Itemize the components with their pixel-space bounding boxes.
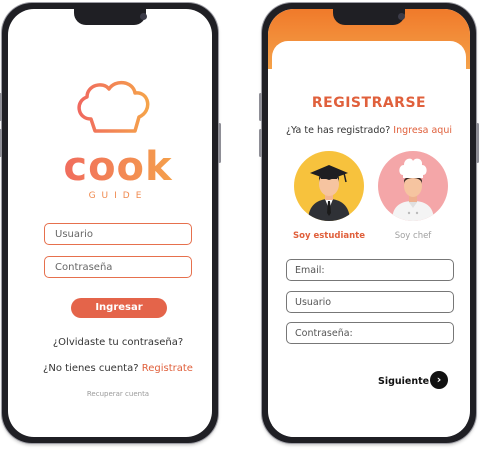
register-screen: REGISTRARSE ¿Ya te has registrado? Ingre… [268,9,470,437]
phone-login: cook GUIDE Usuario Contraseña Ingresar ¿… [0,3,221,443]
register-password-field[interactable]: Contraseña: [286,322,454,344]
student-avatar-icon[interactable] [294,151,364,221]
notch [333,9,405,25]
username-field[interactable]: Usuario [44,223,192,245]
register-prompt: ¿No tienes cuenta? Registrate [28,363,208,374]
side-button [0,93,2,121]
login-link[interactable]: Ingresa aqui [393,125,452,136]
app-logo: cook [56,147,180,191]
side-button [259,93,262,121]
already-registered: ¿Ya te has registrado? Ingresa aqui [268,125,470,136]
login-button[interactable]: Ingresar [71,298,167,318]
already-registered-text: ¿Ya te has registrado? [285,125,391,136]
login-screen: cook GUIDE Usuario Contraseña Ingresar ¿… [8,9,212,437]
register-link[interactable]: Registrate [142,363,193,374]
logo-text: cook [56,147,180,187]
side-button [0,129,2,157]
chef-avatar-icon[interactable] [378,151,448,221]
side-button [218,123,221,163]
student-label-text: Soy estudiante [292,231,365,241]
next-label[interactable]: Siguiente [378,376,429,387]
register-username-field[interactable]: Usuario [286,291,454,313]
logo-subtitle: GUIDE [88,191,148,201]
chef-hat-icon [77,80,150,133]
forgot-password-link[interactable]: ¿Olvidaste tu contraseña? [28,337,208,348]
email-field[interactable]: Email: [286,259,454,281]
student-label[interactable]: Soy estudiante [284,231,374,241]
recover-account-link[interactable]: Recuperar cuenta [28,390,208,398]
notch [74,9,146,25]
chef-label-text: Soy chef [394,231,432,241]
side-button [259,129,262,157]
camera [398,13,405,20]
side-button [476,123,479,163]
no-account-text: ¿No tienes cuenta? [43,363,139,374]
phone-register: REGISTRARSE ¿Ya te has registrado? Ingre… [259,3,479,443]
next-arrow-icon[interactable]: › [430,371,448,389]
chef-label[interactable]: Soy chef [368,231,458,241]
register-title: REGISTRARSE [311,95,427,111]
camera [140,13,147,20]
password-field[interactable]: Contraseña [44,256,192,278]
